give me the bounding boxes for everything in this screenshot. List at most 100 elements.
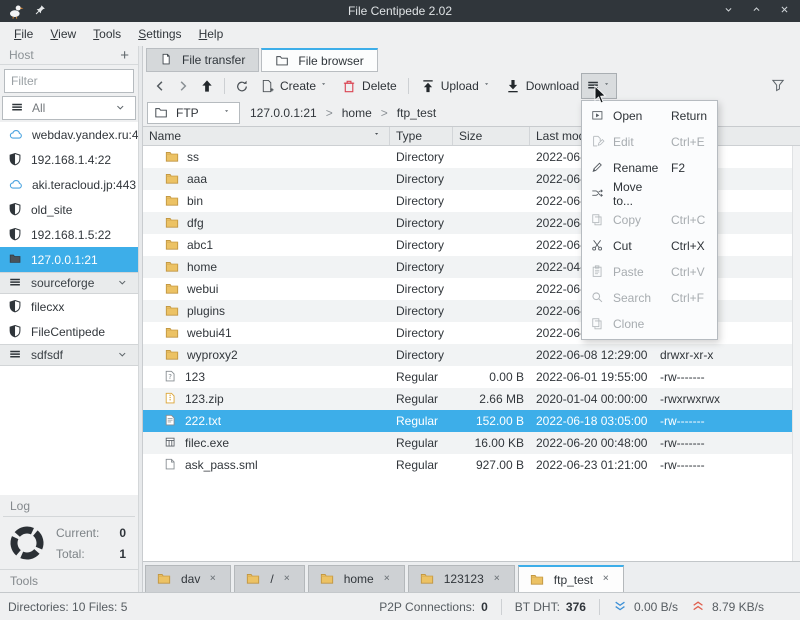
folder-icon <box>164 238 180 252</box>
host-item[interactable]: 127.0.0.1:21 <box>0 247 138 272</box>
rename-icon <box>591 161 605 175</box>
host-item[interactable]: old_site <box>0 197 138 222</box>
filter-funnel-icon[interactable] <box>771 78 786 93</box>
group-filter-select[interactable]: All <box>2 96 136 120</box>
menu-tools[interactable]: Tools <box>89 25 125 43</box>
file-text-icon <box>164 414 178 428</box>
tools-section-label: Tools <box>0 569 138 592</box>
file-row[interactable]: 123.zipRegular2.66 MB2020-01-04 00:00:00… <box>143 388 800 410</box>
tab-file-transfer[interactable]: File transfer <box>146 48 259 72</box>
maximize-button[interactable] <box>752 5 764 17</box>
location-tab[interactable]: 123123 <box>408 565 515 592</box>
host-item[interactable]: webdav.yandex.ru:443 <box>0 122 138 147</box>
upload-button[interactable]: Upload <box>414 76 499 97</box>
mouse-cursor <box>594 85 607 104</box>
total-label: Total: <box>56 547 85 561</box>
close-tab-icon[interactable] <box>383 574 394 585</box>
column-header-type[interactable]: Type <box>390 127 453 145</box>
vertical-scrollbar[interactable] <box>792 146 800 561</box>
protocol-label: FTP <box>176 106 217 120</box>
context-menu-item-cut[interactable]: CutCtrl+X <box>582 233 717 259</box>
context-menu-item-move-to-[interactable]: Move to... <box>582 181 717 207</box>
file-row[interactable]: 222.txtRegular152.00 B2022-06-18 03:05:0… <box>143 410 800 432</box>
doc-plus-icon <box>260 79 275 94</box>
copy-icon <box>591 213 605 227</box>
file-row[interactable]: wyproxy2Directory2022-06-08 12:29:00drwx… <box>143 344 800 366</box>
create-button[interactable]: Create <box>254 76 336 97</box>
breadcrumb-separator: > <box>326 106 333 120</box>
location-tab[interactable]: dav <box>145 565 231 592</box>
menu-view[interactable]: View <box>46 25 80 43</box>
close-button[interactable] <box>780 5 792 17</box>
open-icon <box>591 109 605 123</box>
host-group-sdfsdf[interactable]: sdfsdf <box>0 344 138 366</box>
caret-icon <box>224 109 233 117</box>
browser-toolbar: Create Delete Upload Download <box>143 72 800 100</box>
minimize-button[interactable] <box>724 5 736 17</box>
duck-icon <box>8 3 24 19</box>
total-value: 1 <box>119 547 126 561</box>
folder-icon <box>164 216 180 230</box>
up-button[interactable] <box>195 76 219 97</box>
file-row[interactable]: filec.exeRegular16.00 KB2022-06-20 00:48… <box>143 432 800 454</box>
upload-speed-value: 8.79 KB/s <box>712 600 764 614</box>
shield-icon <box>8 324 23 339</box>
hamburger-icon <box>8 276 23 290</box>
close-tab-icon[interactable] <box>602 574 613 585</box>
host-panel-title: Host <box>9 48 34 62</box>
host-item[interactable]: 192.168.1.4:22 <box>0 147 138 172</box>
svg-text:?: ? <box>168 373 172 381</box>
download-speed-value: 0.00 B/s <box>634 600 678 614</box>
cloud-icon <box>8 128 24 142</box>
forward-button[interactable] <box>172 76 195 97</box>
log-section-label: Log <box>0 495 138 516</box>
close-tab-icon[interactable] <box>209 574 220 585</box>
folder-icon <box>164 304 180 318</box>
chev-right-icon <box>176 79 191 94</box>
breadcrumb-segment[interactable]: home <box>342 106 372 120</box>
menu-help[interactable]: Help <box>195 25 228 43</box>
download-button[interactable]: Download <box>499 76 585 97</box>
host-item[interactable]: aki.teracloud.jp:443 <box>0 172 138 197</box>
sort-desc-icon <box>374 132 383 140</box>
context-menu-item-copy: CopyCtrl+C <box>582 207 717 233</box>
location-tab[interactable]: ftp_test <box>518 565 624 592</box>
host-group-sourceforge[interactable]: sourceforge <box>0 272 138 294</box>
close-tab-icon[interactable] <box>493 574 504 585</box>
menu-settings[interactable]: Settings <box>134 25 185 43</box>
location-tab[interactable]: / <box>234 565 304 592</box>
folder-icon <box>156 572 172 586</box>
filter-input[interactable] <box>4 69 134 93</box>
divider <box>224 78 225 94</box>
refresh-button[interactable] <box>230 76 254 97</box>
hamburger-icon <box>8 348 23 362</box>
host-item[interactable]: 192.168.1.5:22 <box>0 222 138 247</box>
upload-icon <box>420 79 436 94</box>
folder-icon <box>245 572 261 586</box>
caret-icon <box>321 82 330 90</box>
breadcrumb-segment[interactable]: 127.0.0.1:21 <box>250 106 317 120</box>
file-row[interactable]: ask_pass.smlRegular927.00 B2022-06-23 01… <box>143 454 800 476</box>
up-filled-icon <box>199 79 215 94</box>
folder-outline-icon <box>154 106 169 120</box>
close-tab-icon[interactable] <box>283 574 294 585</box>
host-item[interactable]: FileCentipede <box>0 319 138 344</box>
delete-button[interactable]: Delete <box>336 76 403 97</box>
file-row[interactable]: ?123Regular0.00 B2022-06-01 19:55:00-rw-… <box>143 366 800 388</box>
tab-file-browser[interactable]: File browser <box>261 48 377 72</box>
folder-dark-icon <box>8 253 23 266</box>
context-menu-item-rename[interactable]: RenameF2 <box>582 155 717 181</box>
file-exe-icon <box>164 436 178 450</box>
column-header-name[interactable]: Name <box>143 127 390 145</box>
host-item[interactable]: filecxx <box>0 294 138 319</box>
protocol-select[interactable]: FTP <box>147 102 240 124</box>
window-title: File Centipede 2.02 <box>0 4 800 18</box>
menu-file[interactable]: File <box>10 25 37 43</box>
location-tab[interactable]: home <box>308 565 405 592</box>
breadcrumb-segment[interactable]: ftp_test <box>397 106 436 120</box>
add-host-button[interactable]: + <box>120 48 129 63</box>
column-header-size[interactable]: Size <box>453 127 530 145</box>
file-plain-icon <box>164 458 178 472</box>
context-menu-item-open[interactable]: OpenReturn <box>582 103 717 129</box>
back-button[interactable] <box>149 76 172 97</box>
